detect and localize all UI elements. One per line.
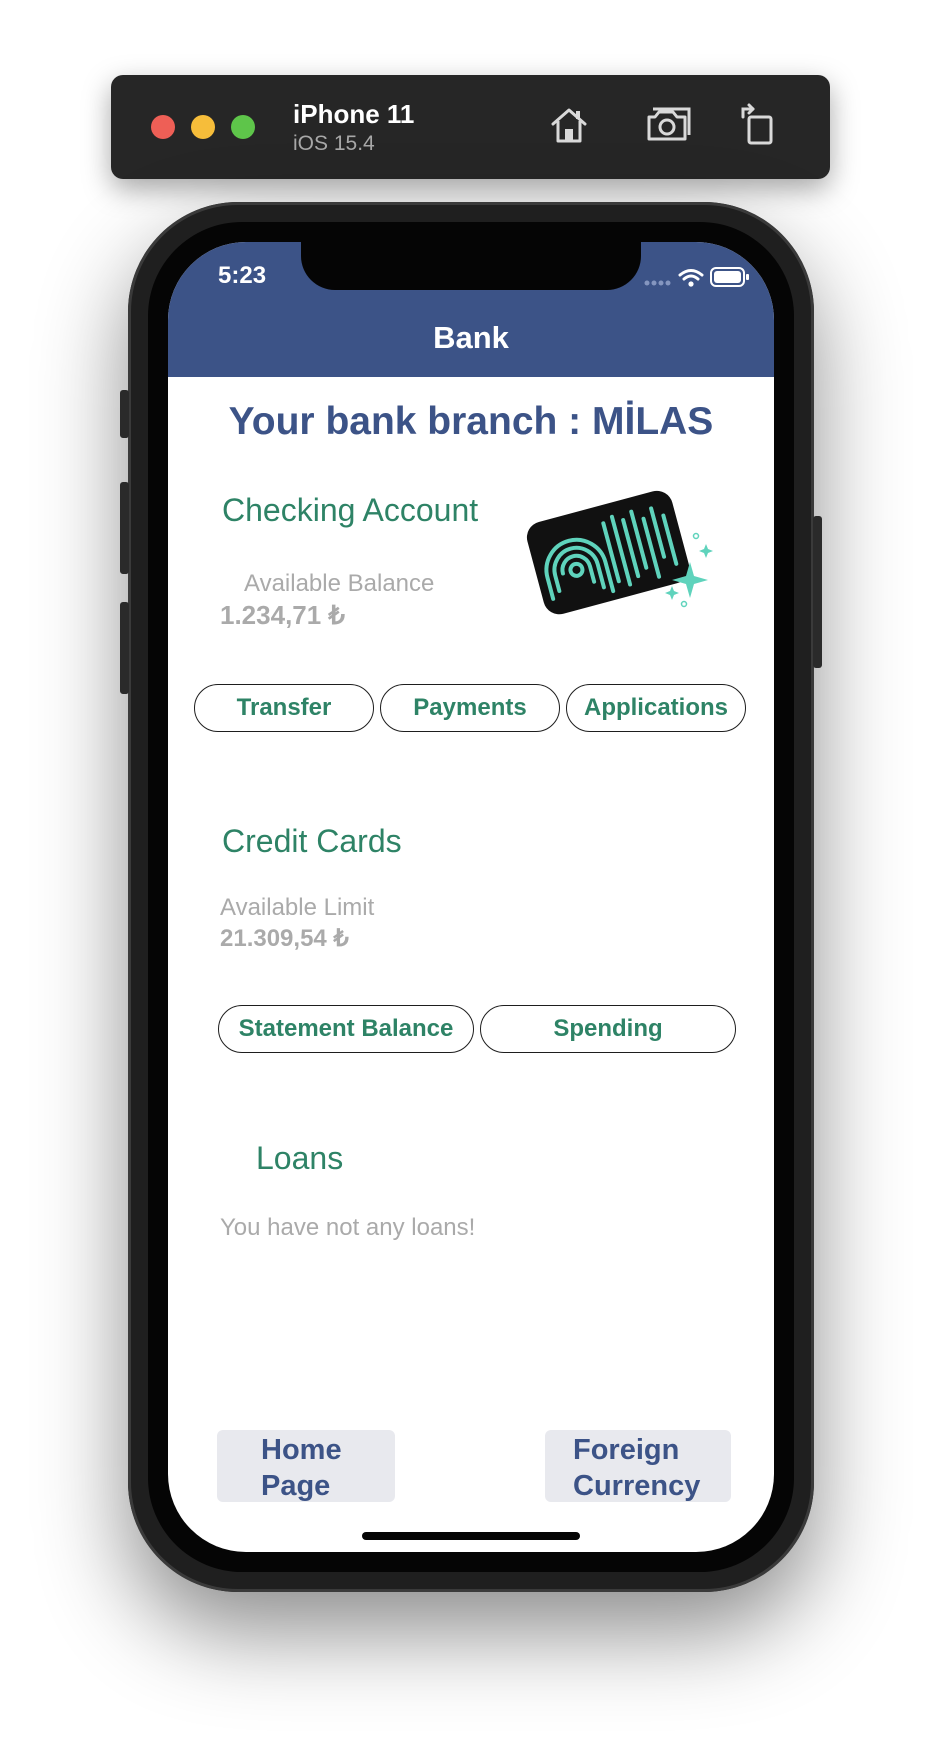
app-screen: 5:23 Bank Your bank branch : MİLAS Check… xyxy=(168,242,774,1552)
fingerprint-card-illustration xyxy=(526,490,713,615)
applications-button[interactable]: Applications xyxy=(566,684,746,732)
side-power-button xyxy=(813,516,822,668)
os-version: iOS 15.4 xyxy=(293,132,375,155)
simulator-title-bar: iPhone 11 iOS 15.4 xyxy=(111,75,830,179)
available-limit-label: Available Limit xyxy=(220,894,375,921)
mute-switch xyxy=(120,390,129,438)
zoom-window-button[interactable] xyxy=(231,115,255,139)
loans-title: Loans xyxy=(256,1140,344,1176)
signal-icon xyxy=(644,280,671,286)
home-icon[interactable] xyxy=(545,101,593,149)
statement-balance-button[interactable]: Statement Balance xyxy=(218,1005,474,1053)
notch xyxy=(301,242,641,290)
loans-message: You have not any loans! xyxy=(220,1214,476,1241)
nav-title: Bank xyxy=(433,320,509,355)
wifi-icon xyxy=(678,269,704,287)
volume-down-button xyxy=(120,602,129,694)
available-balance-value: 1.234,71 ₺ xyxy=(220,600,345,630)
rotate-icon[interactable] xyxy=(735,101,783,149)
home-page-label-line2: Page xyxy=(261,1470,331,1502)
payments-button[interactable]: Payments xyxy=(380,684,560,732)
foreign-currency-label-line1: Foreign xyxy=(573,1434,680,1466)
home-page-label-line1: Home xyxy=(261,1434,342,1466)
available-limit-value: 21.309,54 ₺ xyxy=(220,925,349,952)
minimize-window-button[interactable] xyxy=(191,115,215,139)
home-page-button[interactable]: Home Page xyxy=(217,1430,395,1502)
screenshot-camera-icon[interactable] xyxy=(645,101,693,149)
foreign-currency-button[interactable]: Foreign Currency xyxy=(545,1430,731,1502)
transfer-button[interactable]: Transfer xyxy=(194,684,374,732)
available-balance-label: Available Balance xyxy=(244,570,435,597)
battery-icon xyxy=(710,267,749,287)
home-indicator xyxy=(362,1532,580,1540)
volume-up-button xyxy=(120,482,129,574)
credit-cards-title: Credit Cards xyxy=(222,823,402,859)
checking-account-title: Checking Account xyxy=(222,492,479,528)
foreign-currency-label-line2: Currency xyxy=(573,1470,701,1502)
branch-title: Your bank branch : MİLAS xyxy=(228,400,714,443)
status-time: 5:23 xyxy=(218,262,267,289)
close-window-button[interactable] xyxy=(151,115,175,139)
spending-button[interactable]: Spending xyxy=(480,1005,736,1053)
device-name: iPhone 11 xyxy=(293,99,415,129)
